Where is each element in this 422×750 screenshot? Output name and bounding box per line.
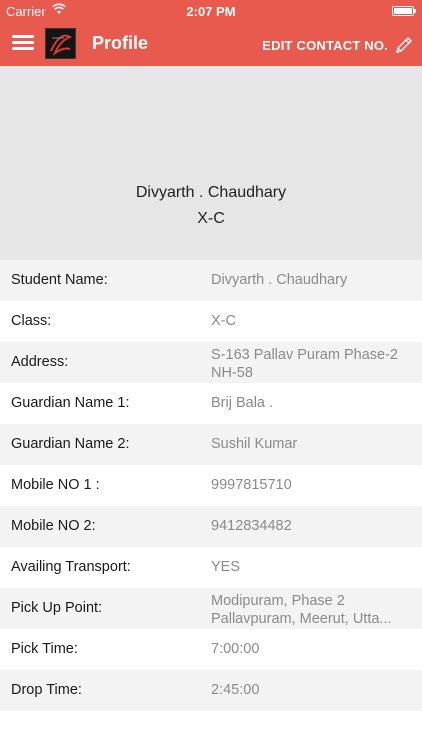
detail-value: Modipuram, Phase 2 Pallavpuram, Meerut, …: [211, 592, 411, 628]
profile-class: X-C: [197, 210, 225, 227]
detail-label: Class:: [11, 313, 52, 329]
detail-value: 7:00:00: [211, 641, 260, 657]
pencil-icon: [396, 37, 412, 53]
hamburger-menu-icon[interactable]: [12, 32, 34, 56]
edit-contact-label: EDIT CONTACT NO.: [262, 37, 388, 53]
edit-contact-button[interactable]: EDIT CONTACT NO.: [262, 33, 414, 57]
detail-label: Address:: [11, 354, 69, 370]
detail-label: Pick Time:: [11, 641, 78, 657]
battery-icon: [392, 6, 416, 16]
profile-name: Divyarth . Chaudhary: [135, 184, 287, 201]
address-line-1: S-163 Pallav Puram Phase-2: [211, 347, 398, 363]
detail-label: Drop Time:: [11, 682, 82, 698]
detail-row-class: Class: X-C: [0, 301, 422, 342]
detail-value: S-163 Pallav Puram Phase-2 NH-58: [211, 346, 411, 382]
detail-label: Availing Transport:: [11, 559, 131, 575]
detail-label: Guardian Name 1:: [11, 395, 130, 411]
status-bar: Carrier 2:07 PM: [0, 0, 422, 22]
detail-label: Pick Up Point:: [11, 600, 103, 616]
detail-row-guardian-2: Guardian Name 2: Sushil Kumar: [0, 424, 422, 465]
pickup-line-2: Pallavpuram, Meerut, Utta...: [211, 611, 392, 627]
detail-label: Guardian Name 2:: [11, 436, 130, 452]
detail-row-mobile-1: Mobile NO 1 : 9997815710: [0, 465, 422, 506]
profile-details-list: Student Name: Divyarth . Chaudhary Class…: [0, 260, 422, 711]
page-title: Profile: [92, 33, 149, 53]
detail-row-transport: Availing Transport: YES: [0, 547, 422, 588]
detail-row-address: Address: S-163 Pallav Puram Phase-2 NH-5…: [0, 342, 422, 383]
detail-row-guardian-1: Guardian Name 1: Brij Bala .: [0, 383, 422, 424]
detail-row-student-name: Student Name: Divyarth . Chaudhary: [0, 260, 422, 301]
detail-value: Sushil Kumar: [211, 436, 298, 452]
profile-header: Divyarth . Chaudhary X-C: [0, 66, 422, 260]
detail-value: YES: [211, 559, 241, 575]
detail-row-drop-time: Drop Time: 2:45:00: [0, 670, 422, 711]
address-line-2: NH-58: [211, 365, 253, 381]
detail-value: 9997815710: [211, 477, 292, 493]
top-nav-bar: Profile EDIT CONTACT NO.: [0, 22, 422, 66]
detail-row-pickup-point: Pick Up Point: Modipuram, Phase 2 Pallav…: [0, 588, 422, 629]
detail-label: Mobile NO 2:: [11, 518, 96, 534]
detail-value: X-C: [211, 313, 236, 329]
detail-row-pick-time: Pick Time: 7:00:00: [0, 629, 422, 670]
detail-value: 9412834482: [211, 518, 292, 534]
clock: 2:07 PM: [186, 4, 236, 19]
pickup-line-1: Modipuram, Phase 2: [211, 593, 345, 609]
detail-value: Divyarth . Chaudhary: [211, 272, 348, 288]
detail-row-mobile-2: Mobile NO 2: 9412834482: [0, 506, 422, 547]
app-logo: [45, 28, 76, 59]
detail-value: 2:45:00: [211, 682, 260, 698]
detail-label: Student Name:: [11, 272, 108, 288]
detail-value: Brij Bala .: [211, 395, 274, 411]
detail-label: Mobile NO 1 :: [11, 477, 100, 493]
